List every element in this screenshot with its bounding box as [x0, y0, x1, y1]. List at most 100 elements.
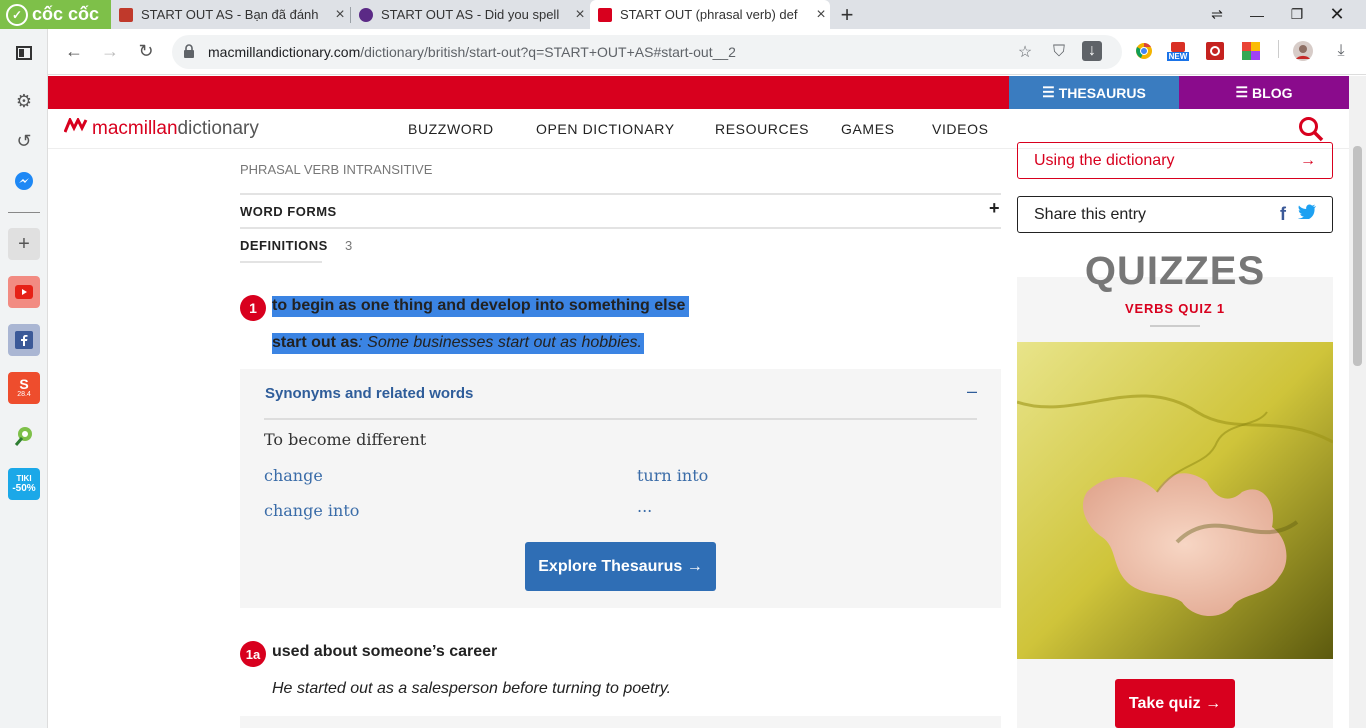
reload-icon[interactable]: ↻: [134, 39, 158, 63]
blog-label: BLOG: [1252, 84, 1293, 101]
coccoc-icon: ✓: [6, 3, 28, 26]
close-tab-icon[interactable]: ×: [812, 6, 830, 24]
history-icon[interactable]: ↺: [8, 125, 40, 157]
url-text: macmillandictionary.com/dictionary/briti…: [208, 44, 736, 60]
youtube-icon[interactable]: [8, 276, 40, 308]
messenger-icon[interactable]: [8, 165, 40, 197]
nav-resources[interactable]: RESOURCES: [715, 121, 809, 137]
divider: [240, 261, 322, 263]
collapse-minus-icon[interactable]: –: [967, 381, 977, 402]
definitions-count: 3: [345, 238, 353, 253]
example-sentence: He started out as a salesperson before t…: [272, 680, 672, 697]
using-dictionary-link[interactable]: Using the dictionary →: [1017, 142, 1333, 179]
quizzes-panel: QUIZZES VERBS QUIZ 1 Take quiz →: [1017, 249, 1333, 728]
expand-plus-icon[interactable]: +: [989, 198, 1000, 219]
quizzes-heading: QUIZZES: [1084, 249, 1266, 293]
scrollbar-thumb[interactable]: [1353, 146, 1362, 366]
close-tab-icon[interactable]: ×: [331, 6, 349, 24]
new-extension-icon[interactable]: NEW: [1165, 40, 1191, 62]
quiz-name[interactable]: VERBS QUIZ 1: [1017, 301, 1333, 316]
brand-dict: dictionary: [177, 117, 259, 139]
tab-menu-icon[interactable]: ⇌: [1197, 0, 1237, 29]
tab-title: START OUT AS - Bạn đã đánh: [141, 7, 319, 22]
coccoc-logo-button[interactable]: ✓ cốc cốc: [0, 0, 111, 29]
tiki-discount: -50%: [12, 483, 36, 494]
synonyms-heading[interactable]: Synonyms and related words: [265, 385, 473, 402]
tab-1[interactable]: START OUT AS - Bạn đã đánh ×: [111, 0, 349, 29]
restore-icon[interactable]: ❐: [1277, 0, 1317, 29]
nav-buzzword[interactable]: BUZZWORD: [408, 121, 494, 137]
panel-icon[interactable]: [8, 37, 40, 69]
synonym-link[interactable]: change: [264, 466, 323, 485]
nav-videos[interactable]: VIDEOS: [932, 121, 989, 137]
tiki-icon[interactable]: TIKI -50%: [8, 468, 40, 500]
macmillan-book-icon: [63, 116, 88, 140]
sidebar-divider: [8, 212, 40, 213]
next-panel: [240, 716, 1001, 728]
new-tab-icon[interactable]: +: [836, 2, 858, 28]
tab-favicon-icon: [598, 7, 612, 22]
page-scrollbar[interactable]: [1349, 76, 1366, 728]
refresh-extension-icon[interactable]: [1204, 40, 1226, 62]
bookmark-star-icon[interactable]: ☆: [1014, 41, 1036, 63]
tab-2[interactable]: START OUT AS - Did you spell ×: [351, 0, 589, 29]
puzzle-image[interactable]: [1017, 342, 1333, 659]
color-grid-icon[interactable]: [1240, 40, 1262, 62]
macmillan-logo[interactable]: macmillan dictionary: [63, 116, 259, 140]
part-of-speech: PHRASAL VERB INTRANSITIVE: [240, 162, 433, 177]
definition-text: used about someone’s career: [272, 643, 498, 660]
blog-link[interactable]: ☰ BLOG: [1179, 76, 1349, 109]
book-icon: ☰: [1042, 84, 1055, 100]
close-window-icon[interactable]: ✕: [1317, 0, 1357, 29]
definition-text: to begin as one thing and develop into s…: [272, 296, 690, 317]
tab-3-active[interactable]: START OUT (phrasal verb) def ×: [590, 0, 830, 29]
thesaurus-label: THESAURUS: [1058, 84, 1146, 101]
tab-favicon-icon: [119, 7, 133, 22]
tab-favicon-icon: [359, 7, 373, 22]
close-tab-icon[interactable]: ×: [571, 6, 589, 24]
share-entry-box: Share this entry f: [1017, 196, 1333, 233]
facebook-share-icon[interactable]: f: [1280, 204, 1286, 225]
divider: [1150, 325, 1200, 327]
divider: [264, 418, 977, 420]
more-synonyms-link[interactable]: ...: [637, 497, 652, 516]
leaf-icon[interactable]: [8, 420, 40, 452]
shopee-badge: 28.4: [17, 391, 31, 398]
forward-icon[interactable]: →: [98, 39, 122, 63]
tab-bar: ✓ cốc cốc START OUT AS - Bạn đã đánh × S…: [0, 0, 1366, 29]
toolbar-divider: [1278, 40, 1279, 58]
explore-thesaurus-button[interactable]: Explore Thesaurus →: [525, 542, 716, 591]
add-icon[interactable]: +: [8, 228, 40, 260]
twitter-share-icon[interactable]: [1298, 204, 1316, 225]
new-badge: NEW: [1166, 51, 1190, 61]
back-icon[interactable]: ←: [62, 39, 86, 63]
avatar[interactable]: [1292, 40, 1314, 62]
download-icon[interactable]: ⤓: [1330, 40, 1352, 62]
nav-open-dictionary[interactable]: OPEN DICTIONARY: [536, 121, 675, 137]
synonym-link[interactable]: change into: [264, 501, 359, 520]
shopee-icon[interactable]: S 28.4: [8, 372, 40, 404]
shield-icon[interactable]: ⛉: [1048, 41, 1070, 63]
example-text: : Some businesses start out as hobbies.: [358, 334, 642, 351]
address-bar[interactable]: macmillandictionary.com/dictionary/briti…: [172, 35, 1122, 69]
minimize-icon[interactable]: —: [1237, 0, 1277, 29]
book-icon: ☰: [1235, 84, 1249, 100]
nav-games[interactable]: GAMES: [841, 121, 895, 137]
thesaurus-link[interactable]: ☰ THESAURUS: [1009, 76, 1179, 109]
chrome-extension-icon[interactable]: [1133, 40, 1155, 62]
url-host: macmillandictionary.com: [208, 44, 361, 60]
facebook-icon[interactable]: [8, 324, 40, 356]
divider: [240, 193, 1001, 195]
synonyms-panel: Synonyms and related words – To become d…: [240, 369, 1001, 608]
divider: [240, 227, 1001, 229]
synonym-link[interactable]: turn into: [637, 466, 708, 485]
arrow-right-icon: →: [1300, 151, 1316, 169]
gear-icon[interactable]: ⚙: [8, 85, 40, 117]
take-quiz-button[interactable]: Take quiz →: [1115, 679, 1235, 728]
web-page: ☰ THESAURUS ☰ BLOG macmillan dictionary BU…: [48, 76, 1349, 728]
download-video-icon[interactable]: ↓: [1082, 41, 1102, 61]
using-dictionary-label: Using the dictionary: [1034, 151, 1175, 169]
coccoc-logo-text: cốc cốc: [32, 4, 100, 24]
example-sentence: start out as: Some businesses start out …: [272, 333, 644, 354]
word-forms-toggle[interactable]: WORD FORMS: [240, 204, 337, 219]
